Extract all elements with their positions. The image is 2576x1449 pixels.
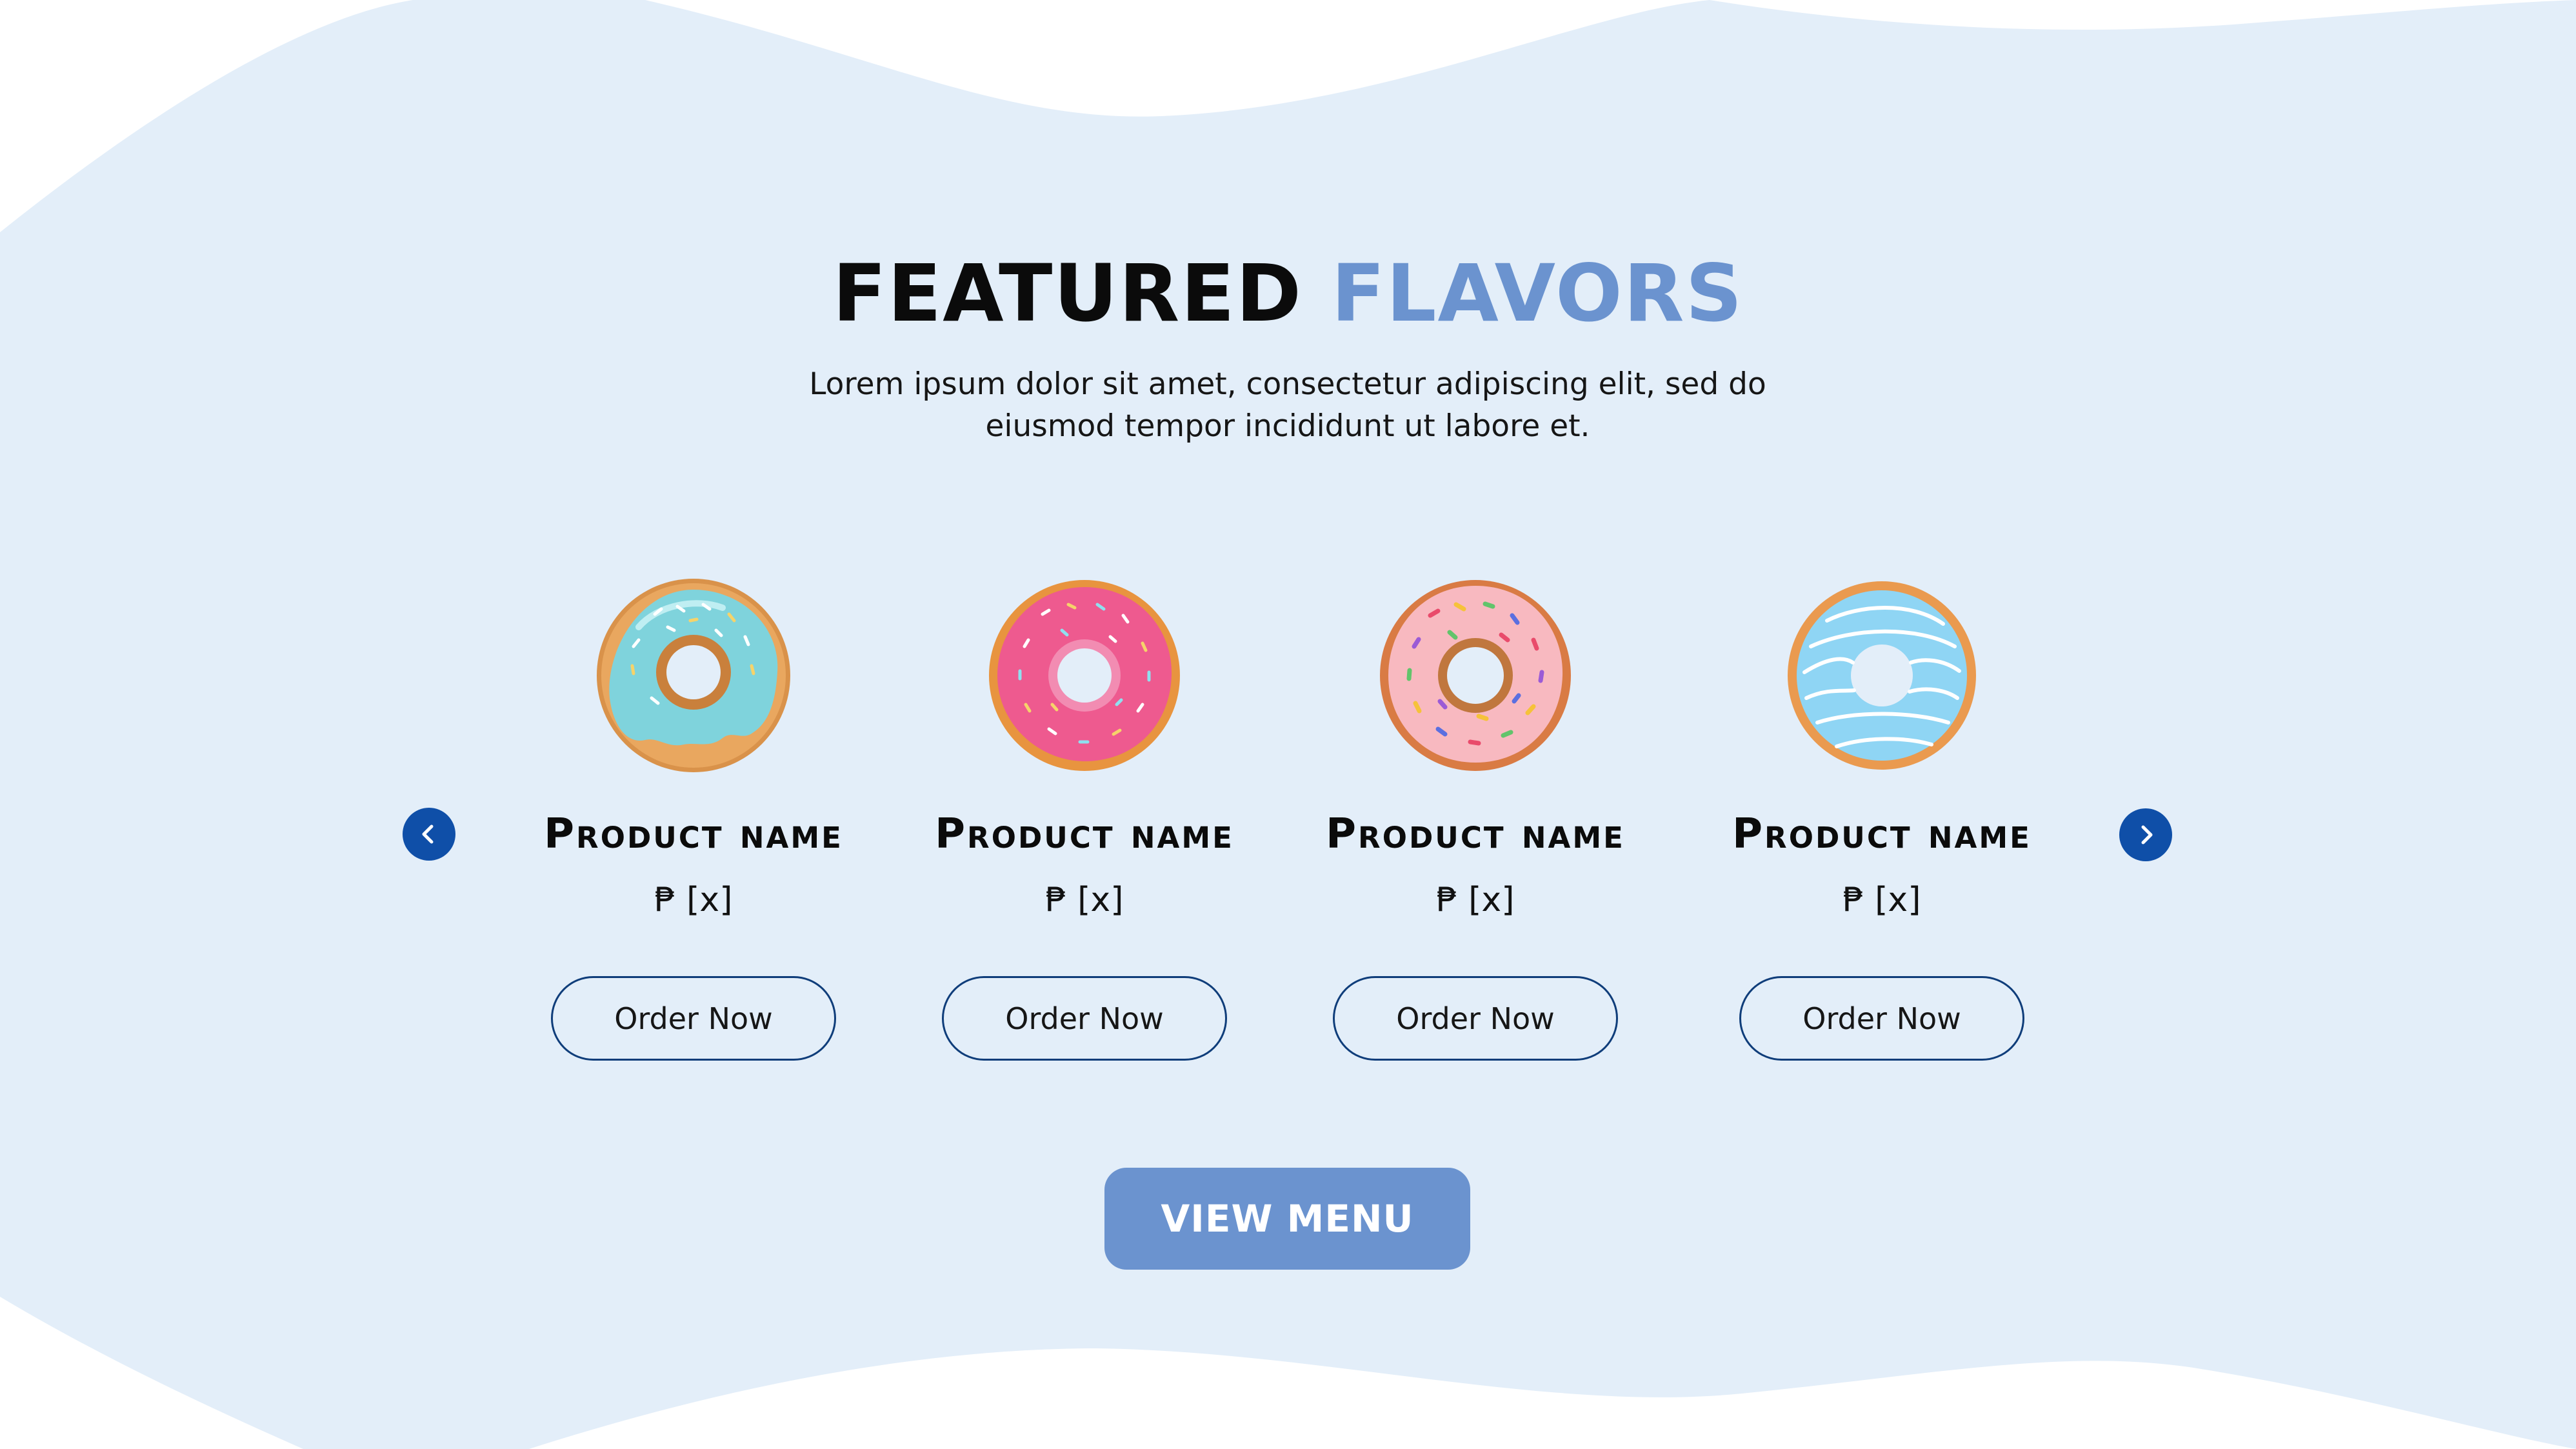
subtitle-line-1: Lorem ipsum dolor sit amet, consectetur … — [809, 366, 1766, 402]
title-featured: FEATURED — [832, 248, 1303, 339]
chevron-right-icon — [2141, 825, 2153, 844]
order-now-button[interactable]: Order Now — [942, 976, 1227, 1061]
pink-glazed-sprinkle-donut-image — [989, 580, 1180, 771]
chevron-left-icon — [422, 824, 434, 844]
order-now-button[interactable]: Order Now — [551, 976, 836, 1061]
product-name: Product name — [1326, 810, 1625, 858]
section-subtitle: Lorem ipsum dolor sit amet, consectetur … — [772, 363, 1804, 447]
blue-glazed-sprinkle-donut-image — [597, 579, 790, 772]
product-name: Product name — [935, 810, 1234, 858]
blue-drizzle-donut-image — [1788, 581, 1976, 770]
product-name: Product name — [1732, 810, 2032, 858]
product-price: ₱ [x] — [1436, 881, 1515, 919]
section-title: FEATURED FLAVORS — [0, 242, 2576, 345]
product-price: ₱ [x] — [1842, 881, 1921, 919]
title-flavors: FLAVORS — [1331, 248, 1744, 339]
order-now-button[interactable]: Order Now — [1739, 976, 2024, 1061]
subtitle-line-2: eiusmod tempor incididunt ut labore et. — [985, 408, 1590, 444]
light-pink-sprinkle-donut-image — [1380, 580, 1571, 771]
carousel-prev-button[interactable] — [403, 808, 455, 861]
product-price: ₱ [x] — [1045, 881, 1124, 919]
product-name: Product name — [544, 810, 843, 858]
carousel-next-button[interactable] — [2119, 808, 2172, 861]
view-menu-button[interactable]: VIEW MENU — [1104, 1168, 1470, 1270]
order-now-button[interactable]: Order Now — [1333, 976, 1618, 1061]
product-price: ₱ [x] — [654, 881, 733, 919]
